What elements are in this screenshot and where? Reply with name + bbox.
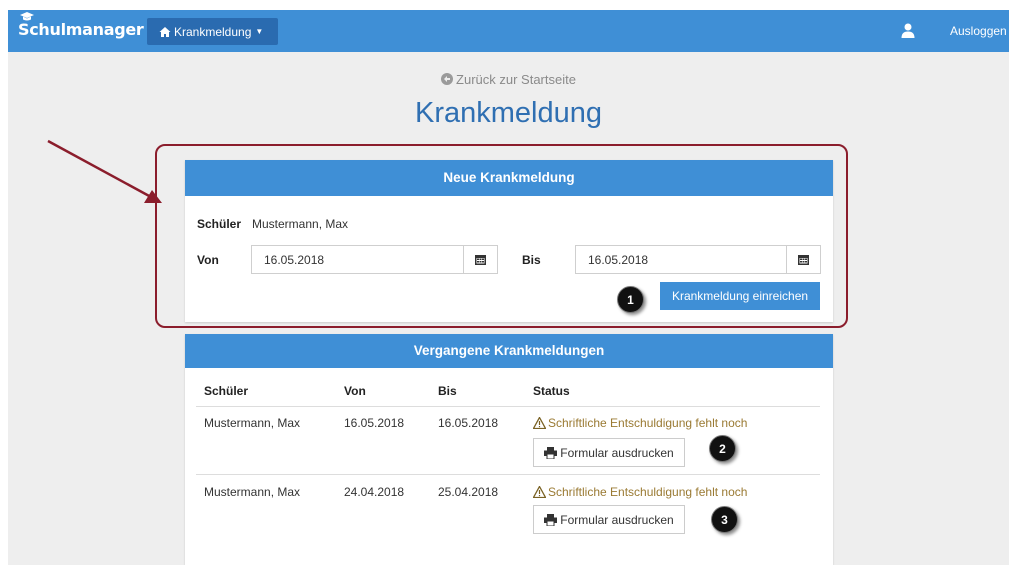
row-to: 25.04.2018 xyxy=(438,485,499,499)
warning-icon xyxy=(533,486,546,498)
to-calendar-button[interactable] xyxy=(786,246,820,273)
column-header-status: Status xyxy=(533,384,570,398)
callout-badge-2: 2 xyxy=(709,435,736,462)
from-date-input[interactable] xyxy=(252,246,463,273)
back-link-label: Zurück zur Startseite xyxy=(456,72,576,87)
logout-link[interactable]: Ausloggen xyxy=(950,24,1007,38)
column-header-from: Von xyxy=(344,384,366,398)
row-to: 16.05.2018 xyxy=(438,416,499,430)
status-text: Schriftliche Entschuldigung fehlt noch xyxy=(548,485,748,499)
to-date-group xyxy=(575,245,821,274)
row-student: Mustermann, Max xyxy=(204,416,301,430)
student-label: Schüler xyxy=(197,217,242,231)
to-date-input[interactable] xyxy=(576,246,786,273)
from-label: Von xyxy=(197,253,219,267)
row-from: 24.04.2018 xyxy=(344,485,405,499)
calendar-icon xyxy=(798,255,809,265)
table-divider xyxy=(196,474,820,475)
print-form-button[interactable]: Formular ausdrucken xyxy=(533,505,685,534)
submit-report-button[interactable]: Krankmeldung einreichen xyxy=(660,282,820,310)
table-divider xyxy=(196,406,820,407)
callout-badge-1: 1 xyxy=(617,286,644,313)
student-value: Mustermann, Max xyxy=(252,217,349,231)
past-reports-heading: Vergangene Krankmeldungen xyxy=(185,334,833,368)
row-status: Schriftliche Entschuldigung fehlt noch xyxy=(533,485,747,499)
print-button-label: Formular ausdrucken xyxy=(560,445,674,460)
status-text: Schriftliche Entschuldigung fehlt noch xyxy=(548,416,748,430)
calendar-icon xyxy=(475,255,486,265)
row-student: Mustermann, Max xyxy=(204,485,301,499)
caret-down-icon: ▼ xyxy=(255,27,264,36)
row-status: Schriftliche Entschuldigung fehlt noch xyxy=(533,416,747,430)
callout-badge-3: 3 xyxy=(711,506,738,533)
annotation-arrow xyxy=(47,139,162,203)
print-icon xyxy=(544,446,558,459)
to-label: Bis xyxy=(522,253,541,267)
new-report-heading: Neue Krankmeldung xyxy=(185,160,833,196)
warning-icon xyxy=(533,417,546,429)
row-from: 16.05.2018 xyxy=(344,416,405,430)
new-report-panel: Neue Krankmeldung Schüler Mustermann, Ma… xyxy=(185,160,833,322)
arrow-circle-left-icon xyxy=(441,73,454,85)
print-form-button[interactable]: Formular ausdrucken xyxy=(533,438,685,467)
column-header-student: Schüler xyxy=(204,384,249,398)
from-date-group xyxy=(251,245,498,274)
column-header-to: Bis xyxy=(438,384,457,398)
user-icon[interactable] xyxy=(901,23,915,38)
from-calendar-button[interactable] xyxy=(463,246,497,273)
print-button-label: Formular ausdrucken xyxy=(560,512,674,527)
print-icon xyxy=(544,513,558,526)
